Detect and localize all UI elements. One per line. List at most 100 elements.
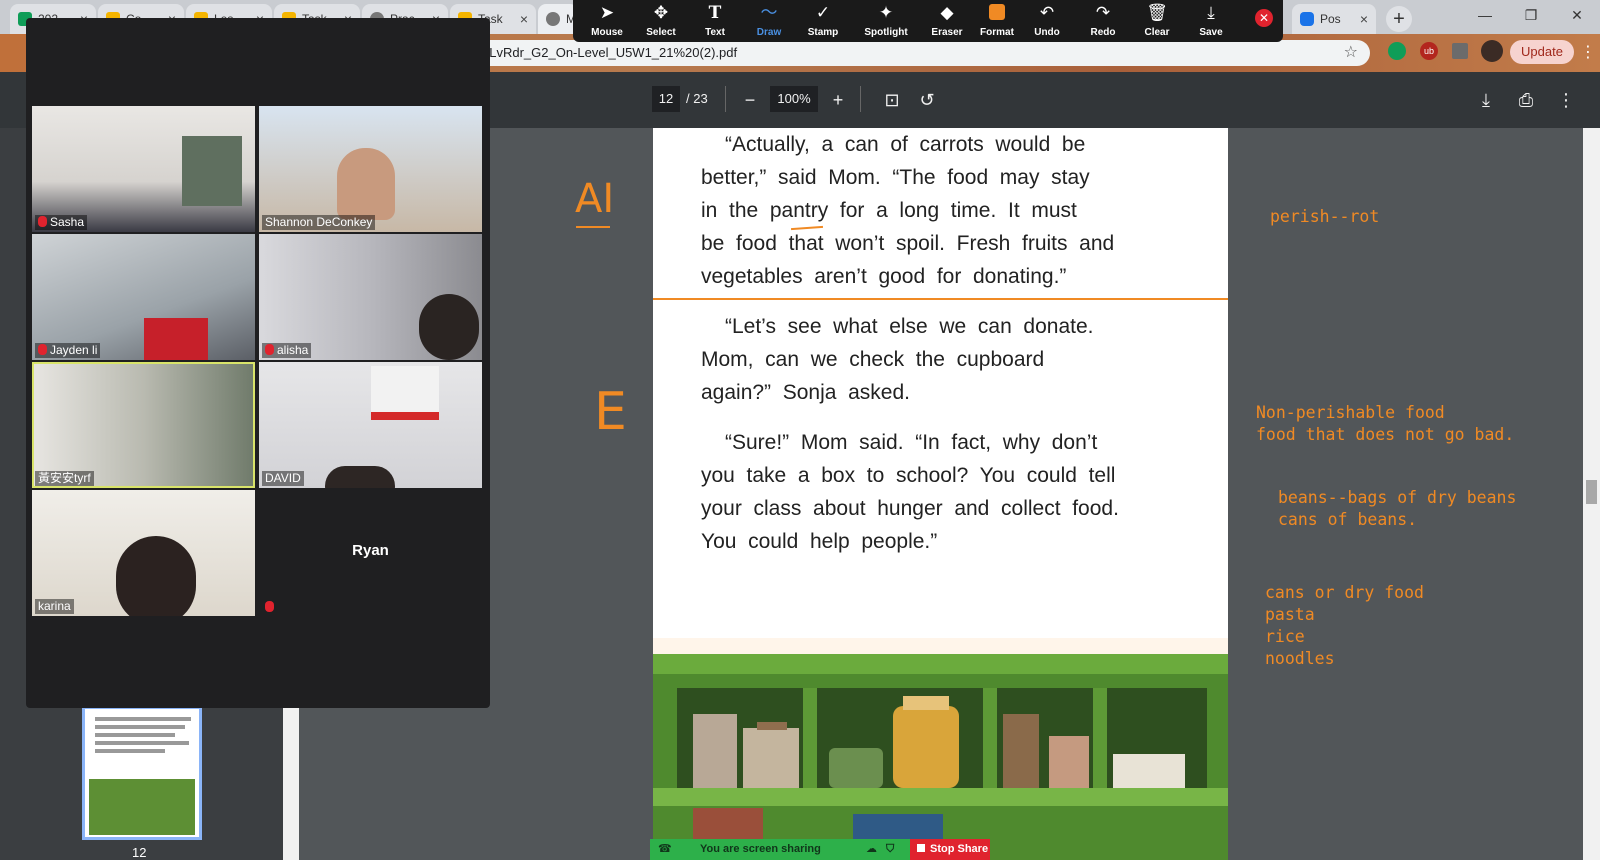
person-in-video: [325, 466, 395, 488]
fit-page-icon[interactable]: ⊡: [880, 88, 904, 112]
tool-mouse[interactable]: ➤ Mouse: [579, 3, 635, 41]
paragraph-line: “Let’s see what else we can donate.: [725, 315, 1094, 338]
text-annotation: pasta: [1265, 605, 1315, 624]
url-field[interactable]: _LvRdr_G2_On-Level_U5W1_21%20(2).pdf ☆: [470, 40, 1370, 66]
puzzle-icon[interactable]: [1452, 43, 1468, 59]
paragraph-line: again?” Sonja asked.: [701, 381, 910, 404]
handwritten-annotation: AI: [575, 176, 615, 222]
drawn-divider-line: [653, 298, 1228, 300]
participant-name: Shannon DeConkey: [265, 215, 373, 229]
thumbnail-page-label: 12: [132, 845, 147, 860]
chrome-menu-icon[interactable]: ⋮: [1580, 42, 1596, 62]
rotate-icon[interactable]: ↺: [915, 88, 939, 112]
paragraph-line: You could help people.”: [701, 530, 938, 553]
annotation-toolbar: ➤ Mouse ✥ Select T Text 〜 Draw ✓ Stamp ✦ Spotl…: [573, 0, 1283, 42]
participant-tile[interactable]: Jayden li: [32, 234, 255, 360]
text-annotation: cans of beans.: [1278, 510, 1418, 529]
participant-tile-active-speaker[interactable]: 黃安安tyrf: [32, 362, 255, 488]
handwritten-annotation: E: [594, 382, 627, 442]
participant-tile[interactable]: DAVID: [259, 362, 482, 488]
muted-mic-icon: [38, 344, 47, 355]
print-icon[interactable]: ⎙: [1514, 88, 1538, 112]
tool-format[interactable]: Format: [969, 3, 1025, 41]
thumbnail-text-line: [95, 749, 165, 753]
text-annotation: beans--bags of dry beans: [1278, 488, 1517, 507]
download-icon[interactable]: ⤓: [1474, 88, 1498, 112]
tool-spotlight[interactable]: ✦ Spotlight: [853, 3, 919, 41]
wand-icon: ✦: [878, 3, 894, 22]
globe-icon: [546, 12, 560, 26]
thumbnail-illustration: [89, 779, 195, 835]
scrollbar-thumb[interactable]: [1586, 480, 1597, 504]
new-tab-button[interactable]: +: [1386, 6, 1412, 32]
undo-icon: ↶: [1039, 3, 1055, 22]
shield-icon: ⛉: [886, 843, 895, 855]
tool-stamp[interactable]: ✓ Stamp: [795, 3, 851, 41]
extension-icon[interactable]: [1388, 42, 1406, 60]
zoom-level-input[interactable]: 100%: [770, 86, 818, 112]
muted-mic-icon: [265, 344, 274, 355]
zoom-out-button[interactable]: −: [738, 88, 762, 112]
zoom-gallery-window: Sasha Shannon DeConkey Jayden li alisha …: [26, 18, 490, 708]
select-icon: ✥: [653, 3, 669, 22]
participant-name: 黃安安tyrf: [38, 471, 91, 485]
tool-draw[interactable]: 〜 Draw: [741, 3, 797, 41]
thumbnail-text-line: [95, 733, 175, 737]
close-icon[interactable]: ×: [1356, 11, 1372, 27]
participant-tile[interactable]: Shannon DeConkey: [259, 106, 482, 232]
signal-icon: ☁: [866, 843, 877, 855]
browser-tab-active[interactable]: MI: [538, 4, 578, 34]
tool-text[interactable]: T Text: [687, 3, 743, 41]
muted-mic-icon: [38, 216, 47, 227]
page-scrollbar[interactable]: [1583, 128, 1600, 860]
more-options-icon[interactable]: ⋮: [1554, 88, 1578, 112]
close-annotation-button[interactable]: ✕: [1255, 9, 1273, 27]
eraser-icon: ◆: [940, 3, 954, 22]
maximize-button[interactable]: ❐: [1508, 0, 1554, 30]
paragraph-line: vegetables aren’t good for donating.”: [701, 265, 1067, 288]
tool-eraser[interactable]: ◆ Eraser: [919, 3, 975, 41]
tool-redo[interactable]: ↷ Redo: [1075, 3, 1131, 41]
divider: [860, 86, 861, 112]
cursor-icon: ➤: [599, 3, 615, 22]
avatar[interactable]: [1481, 40, 1503, 62]
person-in-video: [337, 148, 395, 220]
browser-tab[interactable]: Pos ×: [1292, 4, 1376, 34]
bookmark-star-icon[interactable]: ☆: [1344, 40, 1358, 66]
stop-share-button[interactable]: Stop Share: [910, 839, 990, 860]
page-total: / 23: [686, 91, 708, 106]
paragraph-line: your class about hunger and collect food…: [701, 497, 1119, 520]
participant-name: karina: [38, 599, 71, 613]
tool-save[interactable]: ⤓ Save: [1183, 3, 1239, 41]
participant-tile[interactable]: karina: [32, 490, 255, 616]
page-number-input[interactable]: 12: [652, 86, 680, 112]
thumbnail-text-line: [95, 725, 185, 729]
person-in-video: [419, 294, 479, 360]
draw-icon: 〜: [760, 3, 778, 22]
update-button[interactable]: Update: [1510, 40, 1574, 64]
paragraph-line: “Actually, a can of carrots would be: [725, 133, 1086, 156]
screen-sharing-bar[interactable]: ☎ You are screen sharing ☁ ⛉: [650, 839, 910, 860]
page-thumbnail[interactable]: [82, 706, 202, 840]
zoom-in-button[interactable]: +: [826, 88, 850, 112]
participant-name: DAVID: [265, 471, 301, 485]
tool-undo[interactable]: ↶ Undo: [1019, 3, 1075, 41]
person-in-video: [116, 536, 196, 616]
save-icon: ⤓: [1207, 3, 1215, 22]
tool-select[interactable]: ✥ Select: [633, 3, 689, 41]
participant-name: Sasha: [50, 215, 85, 229]
minimize-button[interactable]: —: [1462, 0, 1508, 30]
close-icon[interactable]: ×: [516, 11, 532, 27]
window-close-button[interactable]: ✕: [1554, 0, 1600, 30]
participant-tile-video-off[interactable]: Ryan: [259, 490, 482, 616]
drawn-underline: [576, 226, 610, 228]
participant-tile[interactable]: alisha: [259, 234, 482, 360]
participant-tile[interactable]: Sasha: [32, 106, 255, 232]
text-annotation: perish--rot: [1270, 207, 1380, 226]
pantry-illustration: [653, 638, 1228, 860]
chair-in-video: [144, 318, 208, 360]
tool-clear[interactable]: 🗑 Clear: [1129, 3, 1185, 41]
text-icon: T: [708, 3, 722, 23]
ublock-icon[interactable]: ub: [1420, 42, 1438, 60]
stop-icon: [917, 844, 925, 852]
